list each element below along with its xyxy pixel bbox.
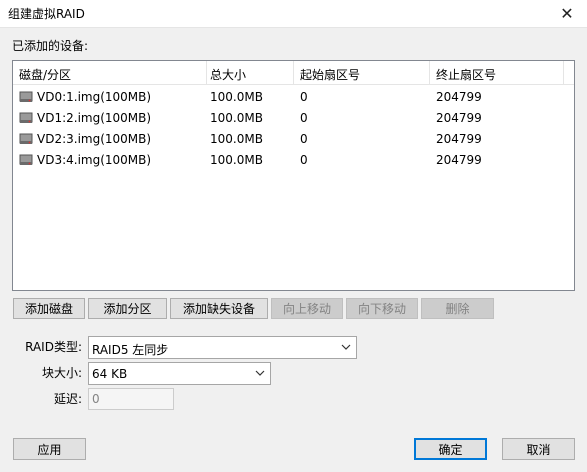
ok-button[interactable]: 确定: [414, 438, 487, 460]
chevron-down-icon: [255, 370, 265, 376]
table-row[interactable]: VD1:2.img(100MB) 100.0MB 0 204799: [13, 108, 574, 129]
cancel-button[interactable]: 取消: [502, 438, 575, 460]
disk-icon: [19, 154, 33, 165]
device-list[interactable]: 磁盘/分区 总大小 起始扇区号 终止扇区号 VD0:1.img(100MB) 1…: [12, 60, 575, 291]
row-end: 204799: [436, 132, 482, 146]
row-end: 204799: [436, 111, 482, 125]
disk-icon: [19, 91, 33, 102]
devices-label: 已添加的设备:: [12, 39, 89, 53]
window-title: 组建虚拟RAID: [8, 7, 85, 21]
table-row[interactable]: VD2:3.img(100MB) 100.0MB 0 204799: [13, 129, 574, 150]
row-size: 100.0MB: [210, 153, 263, 167]
raid-type-value: RAID5 左同步: [92, 343, 169, 357]
row-size: 100.0MB: [210, 111, 263, 125]
delay-value: 0: [92, 392, 100, 406]
chevron-down-icon: [341, 344, 351, 350]
list-header: 磁盘/分区 总大小 起始扇区号 终止扇区号: [13, 61, 574, 85]
column-header-size[interactable]: 总大小: [210, 66, 246, 83]
row-start: 0: [300, 90, 308, 104]
block-size-value: 64 KB: [92, 367, 128, 381]
column-header-disk[interactable]: 磁盘/分区: [19, 66, 71, 83]
table-row[interactable]: VD0:1.img(100MB) 100.0MB 0 204799: [13, 87, 574, 108]
row-size: 100.0MB: [210, 90, 263, 104]
row-start: 0: [300, 153, 308, 167]
raid-type-select[interactable]: RAID5 左同步: [88, 336, 357, 359]
column-header-start-sector[interactable]: 起始扇区号: [300, 66, 360, 83]
block-size-select[interactable]: 64 KB: [88, 362, 271, 385]
apply-button[interactable]: 应用: [13, 438, 86, 460]
row-name: VD2:3.img(100MB): [37, 132, 152, 146]
row-end: 204799: [436, 90, 482, 104]
title-bar: 组建虚拟RAID ✕: [0, 0, 587, 28]
table-row[interactable]: VD3:4.img(100MB) 100.0MB 0 204799: [13, 150, 574, 171]
close-button[interactable]: ✕: [547, 0, 587, 27]
close-icon: ✕: [560, 4, 574, 23]
row-name: VD3:4.img(100MB): [37, 153, 152, 167]
disk-icon: [19, 112, 33, 123]
column-header-end-sector[interactable]: 终止扇区号: [436, 66, 496, 83]
move-up-button[interactable]: 向上移动: [271, 298, 343, 319]
row-size: 100.0MB: [210, 132, 263, 146]
add-partition-button[interactable]: 添加分区: [88, 298, 167, 319]
row-end: 204799: [436, 153, 482, 167]
delay-field[interactable]: 0: [88, 388, 174, 410]
row-name: VD1:2.img(100MB): [37, 111, 152, 125]
row-start: 0: [300, 111, 308, 125]
block-size-label: 块大小:: [41, 366, 82, 380]
raid-type-label: RAID类型:: [25, 340, 82, 354]
row-name: VD0:1.img(100MB): [37, 90, 152, 104]
add-missing-device-button[interactable]: 添加缺失设备: [170, 298, 268, 319]
row-start: 0: [300, 132, 308, 146]
disk-icon: [19, 133, 33, 144]
add-disk-button[interactable]: 添加磁盘: [13, 298, 85, 319]
move-down-button[interactable]: 向下移动: [346, 298, 418, 319]
delete-button[interactable]: 删除: [421, 298, 494, 319]
delay-label: 延迟:: [53, 392, 82, 406]
